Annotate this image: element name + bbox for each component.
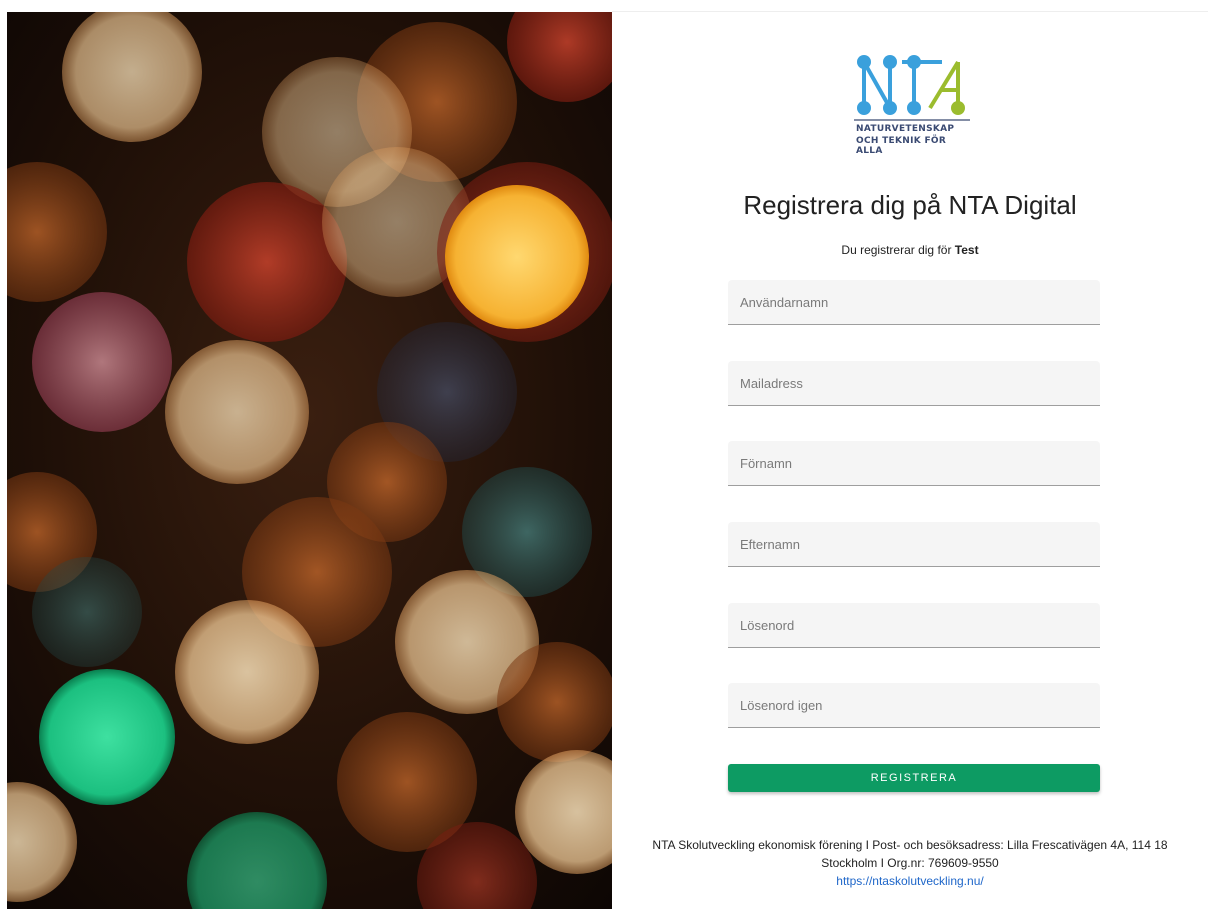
username-field[interactable]	[728, 280, 1100, 325]
footer: NTA Skolutveckling ekonomisk förening I …	[612, 836, 1208, 890]
logo-tagline-line2: OCH TEKNIK FÖR ALLA	[856, 136, 947, 156]
password-input[interactable]	[728, 603, 1100, 647]
password-confirm-field[interactable]	[728, 683, 1100, 728]
footer-address-line2: Stockholm I Org.nr: 769609-9550	[821, 856, 999, 870]
password-field[interactable]	[728, 603, 1100, 648]
footer-website-link[interactable]: https://ntaskolutveckling.nu/	[836, 874, 983, 888]
page-title: Registrera dig på NTA Digital	[743, 190, 1077, 220]
footer-address-line1: NTA Skolutveckling ekonomisk förening I …	[652, 838, 1168, 852]
hero-bokeh-image	[7, 12, 612, 909]
registration-panel: NATURVETENSKAP OCH TEKNIK FÖR ALLA Regis…	[612, 0, 1208, 909]
email-field[interactable]	[728, 361, 1100, 406]
bokeh-illustration	[7, 12, 612, 909]
password-confirm-input[interactable]	[728, 683, 1100, 727]
page-subtitle: Du registrerar dig för Test	[612, 243, 1208, 257]
register-button[interactable]: REGISTRERA	[728, 764, 1100, 792]
email-input[interactable]	[728, 361, 1100, 405]
last-name-field[interactable]	[728, 522, 1100, 567]
nta-logo: NATURVETENSKAP OCH TEKNIK FÖR ALLA	[852, 50, 982, 156]
username-input[interactable]	[728, 280, 1100, 324]
subtitle-organization: Test	[954, 243, 979, 257]
subtitle-prefix: Du registrerar dig för	[841, 243, 952, 257]
first-name-input[interactable]	[728, 441, 1100, 485]
first-name-field[interactable]	[728, 441, 1100, 486]
last-name-input[interactable]	[728, 522, 1100, 566]
logo-tagline-line1: NATURVETENSKAP	[856, 124, 955, 134]
nta-logo-mark	[854, 55, 970, 121]
